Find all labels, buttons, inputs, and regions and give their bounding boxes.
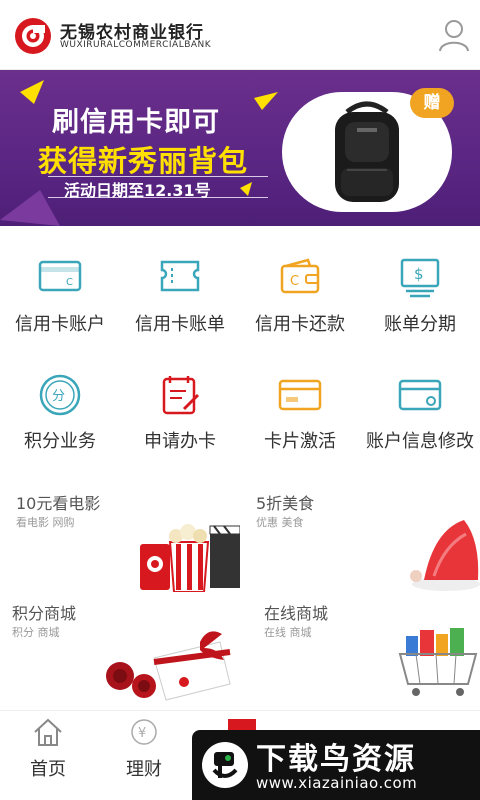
promo-banner[interactable]: 刷信用卡即可 获得新秀丽背包 活动日期至12.31号 赠 [0,70,480,226]
promo-subtitle: 看电影 网购 [16,516,75,529]
movie-image [140,524,240,592]
gift-badge: 赠 [410,88,454,118]
promo-online-mall[interactable]: 在线商城 在线 商城 [240,594,480,704]
svg-text:¥: ¥ [138,726,146,741]
watermark-url: www.xiazainiao.com [256,774,418,792]
apply-card-icon [162,376,200,415]
watermark: 下载鸟资源 www.xiazainiao.com [192,730,480,800]
backpack-image [335,101,399,202]
menu-account-edit[interactable]: 账户信息修改 [360,373,480,483]
home-icon [34,718,62,746]
card-activate-icon [278,379,322,411]
menu-label: 申请办卡 [144,431,216,452]
menu-credit-bill[interactable]: 信用卡账单 [120,256,240,366]
finance-icon: ¥ [131,719,157,745]
menu-points[interactable]: 分 积分业务 [0,373,120,483]
installment-icon: $ [400,258,440,298]
promo-title: 在线商城 [264,604,329,623]
credit-card-icon: C [38,260,82,292]
nav-label: 首页 [30,759,66,780]
banner-headline: 刷信用卡即可 [52,107,220,138]
svg-text:分: 分 [52,389,65,404]
promo-subtitle: 积分 商城 [12,626,60,639]
promo-movie[interactable]: 10元看电影 看电影 网购 [0,484,240,594]
svg-text:C: C [290,274,299,289]
promo-subtitle: 优惠 美食 [256,516,304,529]
menu-label: 卡片激活 [264,431,336,452]
menu-label: 信用卡账单 [135,314,225,335]
menu-label: 积分业务 [24,431,96,452]
promo-subtitle: 在线 商城 [264,626,312,639]
wallet-icon: C [280,258,320,294]
points-icon: 分 [39,374,81,416]
menu-credit-repay[interactable]: C 信用卡还款 [240,256,360,366]
nav-home[interactable]: 首页 [18,711,78,791]
banner-subheadline: 获得新秀丽背包 [38,144,249,178]
svg-text:C: C [66,277,73,288]
promo-title: 积分商城 [12,604,77,623]
promo-points-mall[interactable]: 积分商城 积分 商城 [0,594,240,704]
promo-title: 10元看电影 [16,494,101,513]
bank-logo [15,18,51,54]
watermark-logo [202,742,248,788]
svg-text:$: $ [414,265,424,283]
app-header: 无锡农村商业银行 WUXIRURALCOMMERCIALBANK [0,0,480,70]
food-image [410,520,480,591]
watermark-text: 下载鸟资源 [256,742,416,777]
menu-label: 信用卡还款 [255,314,345,335]
shopping-cart-image [398,628,478,696]
gift-roses-image [106,631,231,701]
menu-installment[interactable]: $ 账单分期 [360,256,480,366]
menu-apply-card[interactable]: 申请办卡 [120,373,240,483]
account-edit-icon [398,379,442,411]
promo-food[interactable]: 5折美食 优惠 美食 [240,484,480,594]
bank-name-en: WUXIRURALCOMMERCIALBANK [60,40,212,50]
nav-finance[interactable]: ¥ 理财 [114,711,174,791]
menu-label: 账单分期 [384,314,456,335]
bill-icon [160,260,200,292]
menu-credit-account[interactable]: C 信用卡账户 [0,256,120,366]
menu-label: 信用卡账户 [15,314,105,335]
menu-card-activate[interactable]: 卡片激活 [240,373,360,483]
menu-label: 账户信息修改 [366,431,474,452]
banner-date: 活动日期至12.31号 [64,181,211,200]
user-icon[interactable] [438,18,470,52]
promo-title: 5折美食 [256,494,315,513]
nav-label: 理财 [126,759,162,780]
